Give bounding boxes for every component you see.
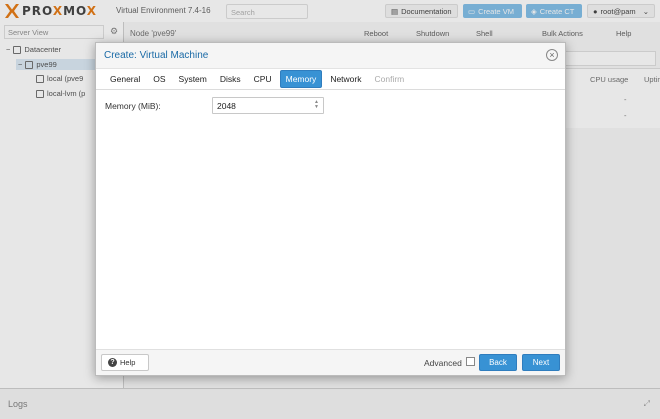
spinner-icon[interactable]: ▲ ▼ [313,100,320,111]
help-button[interactable]: ? Help [101,354,149,371]
dialog-footer: ? Help Advanced Back Next [96,349,565,375]
memory-input[interactable]: 2048 ▲ ▼ [212,97,324,114]
tab-general[interactable]: General [105,71,145,87]
dialog-header: Create: Virtual Machine × [96,43,565,69]
memory-label: Memory (MiB): [105,101,161,111]
tab-memory[interactable]: Memory [279,70,323,88]
tab-cpu[interactable]: CPU [249,71,277,87]
wizard-tabs: General OS System Disks CPU Memory Netwo… [96,69,565,89]
tab-disks[interactable]: Disks [215,71,246,87]
next-button[interactable]: Next [522,354,560,371]
tab-divider [96,89,565,90]
close-icon[interactable]: × [546,49,558,61]
tab-system[interactable]: System [174,71,212,87]
dialog-title: Create: Virtual Machine [104,50,209,61]
back-button[interactable]: Back [479,354,517,371]
advanced-checkbox[interactable] [466,357,475,366]
advanced-label: Advanced [424,358,462,368]
question-icon: ? [108,358,117,367]
create-vm-dialog: Create: Virtual Machine × General OS Sys… [95,42,566,376]
tab-network[interactable]: Network [325,71,366,87]
tab-confirm: Confirm [374,74,405,84]
tab-os[interactable]: OS [148,71,170,87]
